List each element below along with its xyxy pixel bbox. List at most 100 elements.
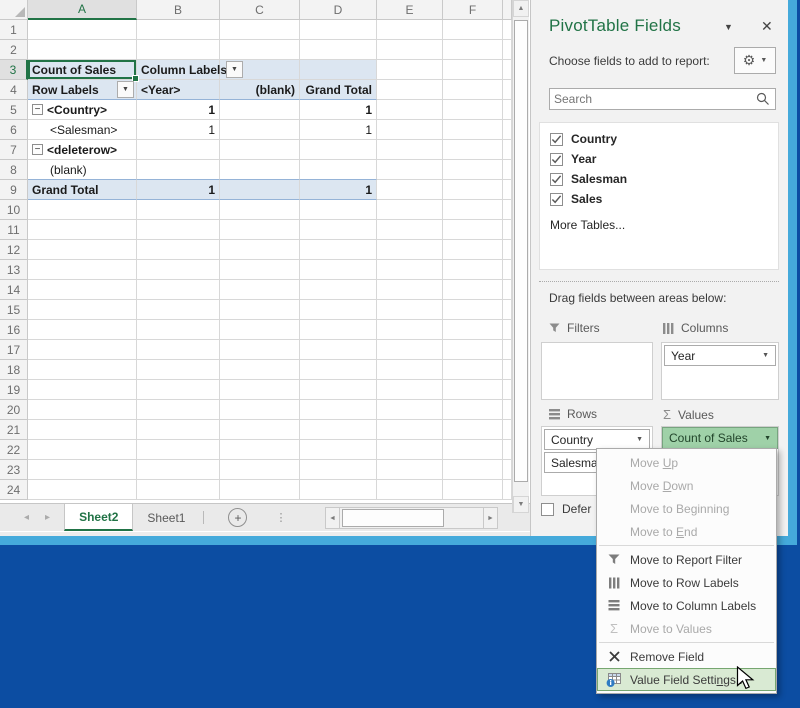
grid-cell[interactable]: [443, 340, 503, 360]
field-checkbox[interactable]: [550, 192, 563, 206]
new-sheet-button[interactable]: +: [228, 508, 248, 527]
grid-cell[interactable]: [377, 40, 443, 60]
grid-cell[interactable]: [377, 320, 443, 340]
filter-dropdown-icon[interactable]: ▼: [117, 81, 134, 98]
grid-cell[interactable]: [377, 60, 443, 80]
menu-item-remove-field[interactable]: Remove Field: [597, 645, 776, 668]
vertical-scrollbar[interactable]: ▲ ▼: [512, 0, 529, 513]
grid-cell[interactable]: [220, 100, 300, 120]
field-item-country[interactable]: Country: [550, 129, 778, 149]
row-header-10[interactable]: 10: [0, 200, 28, 220]
row-header-4[interactable]: 4: [0, 80, 28, 100]
cell-B5[interactable]: 1: [137, 100, 220, 120]
grid-cell[interactable]: [137, 280, 220, 300]
row-header-9[interactable]: 9: [0, 180, 28, 200]
vertical-scroll-track[interactable]: [513, 17, 529, 496]
menu-item-move-to-report-filter[interactable]: Move to Report Filter: [597, 548, 776, 571]
sheet-nav-left-icon[interactable]: ◂: [24, 512, 29, 523]
row-header-12[interactable]: 12: [0, 240, 28, 260]
select-all-button[interactable]: [0, 0, 28, 20]
filter-dropdown-icon[interactable]: ▼: [226, 61, 243, 78]
scroll-up-button[interactable]: ▲: [513, 0, 529, 17]
row-header-1[interactable]: 1: [0, 20, 28, 40]
collapse-icon[interactable]: −: [32, 104, 43, 115]
grid-cell[interactable]: [28, 200, 137, 220]
grid-cell[interactable]: [377, 460, 443, 480]
grid-cell[interactable]: [300, 260, 377, 280]
grid-cell[interactable]: [220, 220, 300, 240]
row-header-3[interactable]: 3: [0, 60, 28, 80]
cell-D4[interactable]: Grand Total: [300, 80, 377, 100]
grid-cell[interactable]: [300, 240, 377, 260]
grid-cell[interactable]: [377, 140, 443, 160]
row-header-11[interactable]: 11: [0, 220, 28, 240]
grid-cell[interactable]: [300, 420, 377, 440]
grid-cell[interactable]: [443, 40, 503, 60]
grid-cell[interactable]: [443, 60, 503, 80]
row-header-24[interactable]: 24: [0, 480, 28, 500]
row-header-21[interactable]: 21: [0, 420, 28, 440]
grid-cell[interactable]: [443, 380, 503, 400]
cell-A8[interactable]: (blank): [28, 160, 137, 180]
grid-cell[interactable]: [377, 260, 443, 280]
horizontal-scrollbar[interactable]: ◄ ►: [325, 507, 498, 529]
grid-cell[interactable]: [443, 260, 503, 280]
row-header-16[interactable]: 16: [0, 320, 28, 340]
row-header-23[interactable]: 23: [0, 460, 28, 480]
grid-cell[interactable]: [220, 340, 300, 360]
grid-cell[interactable]: [137, 480, 220, 500]
grid-cell[interactable]: [377, 200, 443, 220]
row-header-13[interactable]: 13: [0, 260, 28, 280]
grid-cell[interactable]: [220, 380, 300, 400]
grid-cell[interactable]: [443, 480, 503, 500]
grid-cell[interactable]: [220, 20, 300, 40]
grid-cell[interactable]: [377, 280, 443, 300]
field-item-sales[interactable]: Sales: [550, 189, 778, 209]
grid-cell[interactable]: [28, 220, 137, 240]
grid-cell[interactable]: [28, 480, 137, 500]
row-header-20[interactable]: 20: [0, 400, 28, 420]
column-header-a[interactable]: A: [28, 0, 137, 20]
grid-cell[interactable]: [377, 360, 443, 380]
field-checkbox[interactable]: [550, 132, 563, 146]
more-tables-link[interactable]: More Tables...: [550, 218, 778, 232]
cell-D3[interactable]: [300, 60, 377, 80]
row-header-2[interactable]: 2: [0, 40, 28, 60]
column-header-f[interactable]: F: [443, 0, 503, 20]
grid-cell[interactable]: [28, 340, 137, 360]
cell-B8[interactable]: [137, 160, 220, 180]
pane-close-icon[interactable]: ✕: [761, 18, 773, 35]
grid-cell[interactable]: [300, 140, 377, 160]
grid-cell[interactable]: [377, 240, 443, 260]
vertical-scroll-thumb[interactable]: [514, 20, 528, 482]
grid-cell[interactable]: [377, 480, 443, 500]
grid-cell[interactable]: [443, 20, 503, 40]
grid-cell[interactable]: [300, 340, 377, 360]
cell-D5[interactable]: 1: [300, 100, 377, 120]
grid-cell[interactable]: [137, 340, 220, 360]
row-header-17[interactable]: 17: [0, 340, 28, 360]
grid-cell[interactable]: [377, 180, 443, 200]
grid-cell[interactable]: [300, 20, 377, 40]
grid-cell[interactable]: [220, 300, 300, 320]
grid-cell[interactable]: [220, 460, 300, 480]
grid-cell[interactable]: [377, 440, 443, 460]
scroll-left-button[interactable]: ◄: [325, 507, 340, 529]
grid-cell[interactable]: [220, 320, 300, 340]
cell-D6[interactable]: 1: [300, 120, 377, 140]
menu-item-move-to-column-labels[interactable]: Move to Column Labels: [597, 594, 776, 617]
column-header-e[interactable]: E: [377, 0, 443, 20]
grid-cell[interactable]: [220, 240, 300, 260]
pane-options-caret-icon[interactable]: ▼: [724, 22, 733, 32]
collapse-icon[interactable]: −: [32, 144, 43, 155]
grid-cell[interactable]: [300, 220, 377, 240]
cell-D9[interactable]: 1: [300, 180, 377, 200]
sheet-nav-right-icon[interactable]: ▸: [45, 512, 50, 523]
grid-cell[interactable]: [443, 200, 503, 220]
grid-cell[interactable]: [137, 200, 220, 220]
grid-cell[interactable]: [220, 360, 300, 380]
grid-cell[interactable]: [377, 20, 443, 40]
row-header-15[interactable]: 15: [0, 300, 28, 320]
grid-cell[interactable]: [300, 460, 377, 480]
grid-cell[interactable]: [443, 460, 503, 480]
